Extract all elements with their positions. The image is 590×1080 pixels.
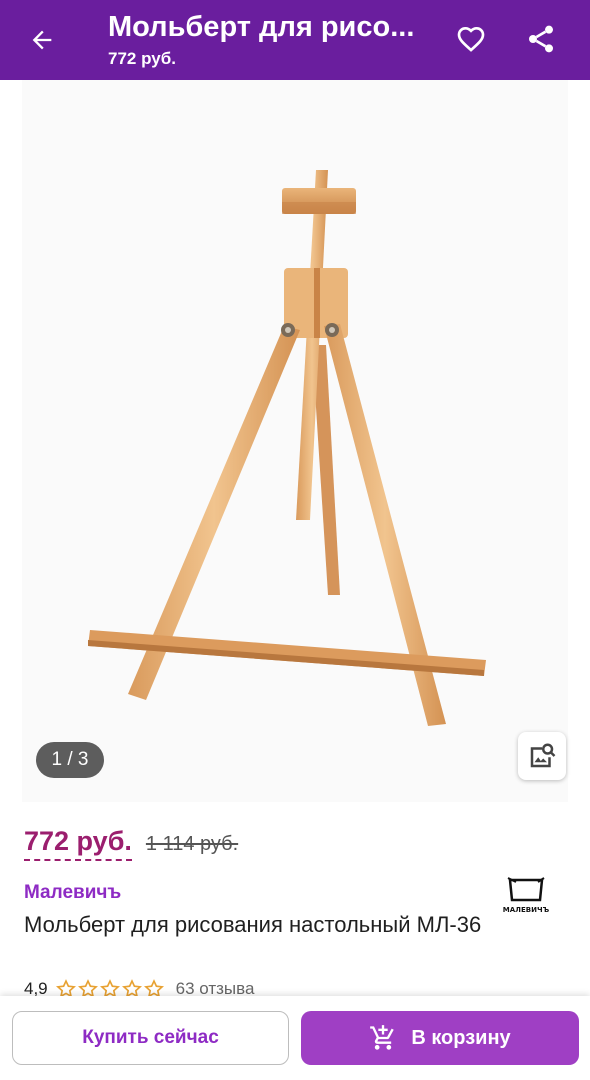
image-search-button[interactable] bbox=[518, 732, 566, 780]
svg-text:МАЛЕВИЧЪ: МАЛЕВИЧЪ bbox=[503, 906, 550, 914]
page-title: Мольберт для рисо... bbox=[108, 11, 415, 43]
bottom-action-bar: Купить сейчас В корзину bbox=[0, 996, 590, 1080]
price-row: 772 руб. 1 114 руб. bbox=[24, 826, 238, 862]
product-name: Мольберт для рисования настольный МЛ-36 bbox=[24, 912, 482, 937]
back-button[interactable] bbox=[22, 20, 62, 60]
buy-now-button[interactable]: Купить сейчас bbox=[12, 1011, 289, 1065]
product-image-gallery[interactable]: 1 / 3 bbox=[22, 80, 568, 802]
favorite-button[interactable] bbox=[450, 18, 492, 60]
add-to-cart-button[interactable]: В корзину bbox=[301, 1011, 579, 1065]
old-price: 1 114 руб. bbox=[145, 833, 239, 855]
image-counter: 1 / 3 bbox=[36, 742, 104, 778]
image-search-icon bbox=[530, 743, 556, 768]
header-price: 772 руб. bbox=[108, 49, 176, 68]
current-price: 772 руб. bbox=[24, 826, 132, 861]
buy-now-label: Купить сейчас bbox=[82, 1027, 219, 1048]
header-title-block: Мольберт для рисо... 772 руб. bbox=[108, 10, 428, 70]
add-to-cart-label: В корзину bbox=[411, 1026, 511, 1049]
arrow-left-icon bbox=[32, 30, 52, 50]
brand-link[interactable]: Малевичъ bbox=[24, 882, 121, 904]
brand-logo[interactable]: МАЛЕВИЧЪ bbox=[498, 876, 554, 916]
app-header: Мольберт для рисо... 772 руб. bbox=[0, 0, 590, 80]
share-icon bbox=[529, 25, 553, 53]
heart-icon bbox=[457, 26, 485, 52]
product-image bbox=[88, 170, 486, 726]
share-button[interactable] bbox=[520, 18, 562, 60]
cart-plus-icon bbox=[370, 1025, 395, 1050]
